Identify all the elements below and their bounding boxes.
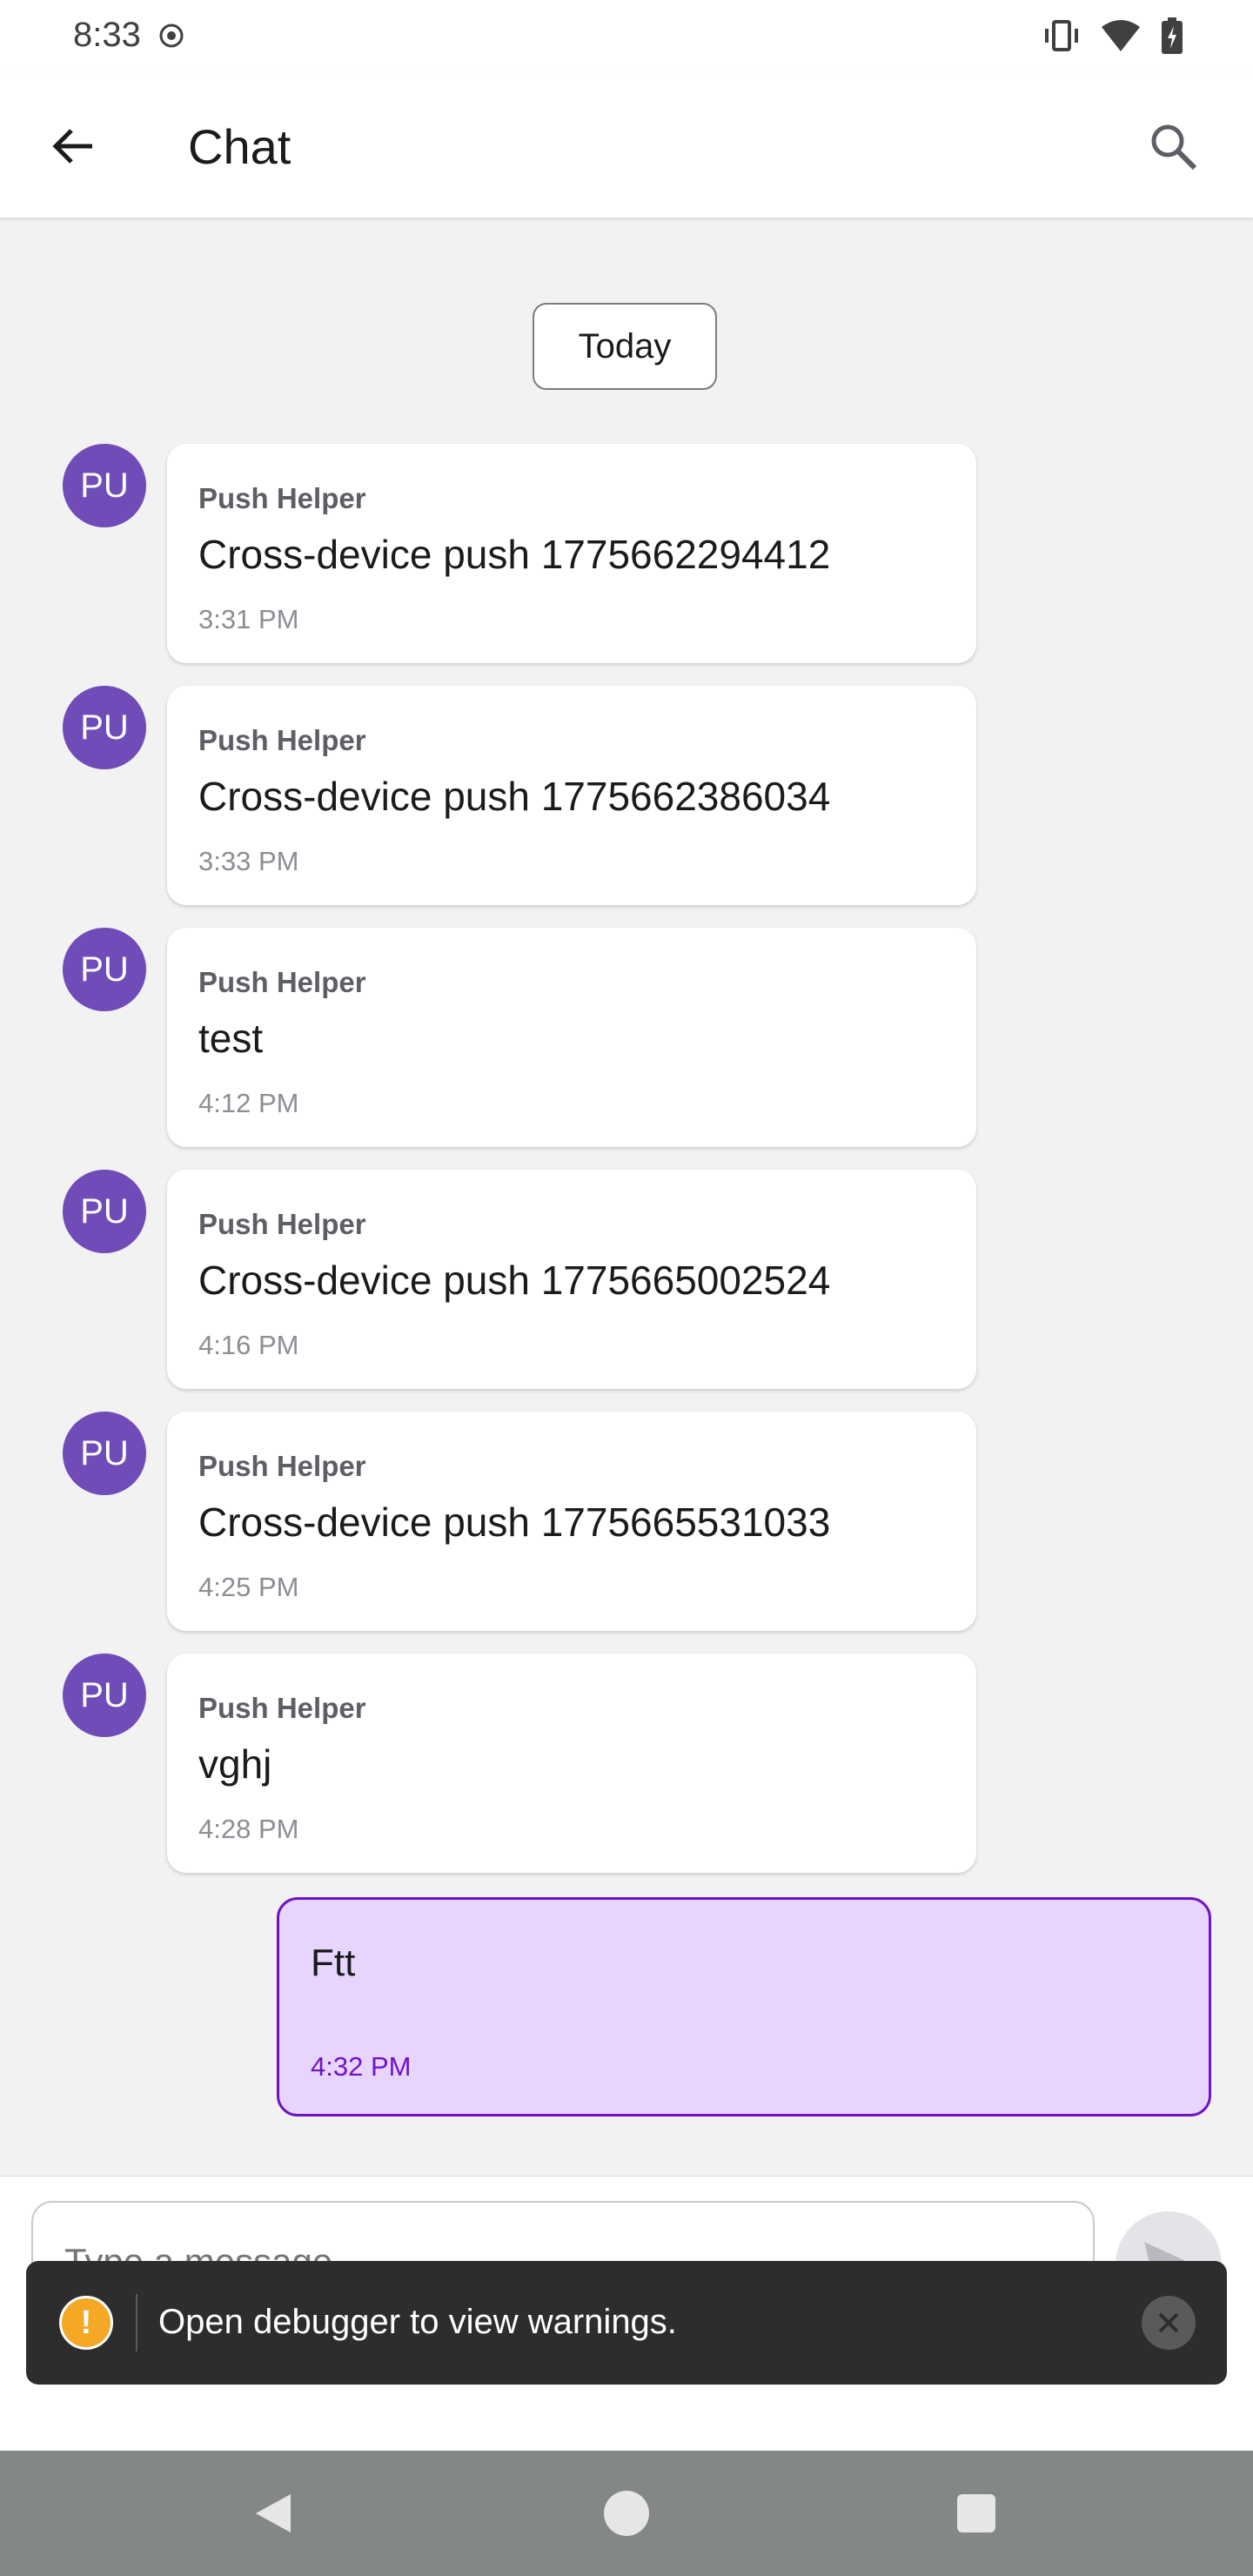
arrow-back-icon xyxy=(52,129,92,164)
close-icon xyxy=(1158,2312,1179,2333)
message-bubble[interactable]: Push Helper Cross-device push 1775665531… xyxy=(167,1412,976,1631)
debugger-toast[interactable]: ! Open debugger to view warnings. xyxy=(26,2261,1227,2385)
battery-icon xyxy=(1162,17,1183,54)
date-chip: Today xyxy=(533,303,717,390)
message-text: test xyxy=(198,1016,264,1061)
message-bubble[interactable]: Push Helper Cross-device push 1775662386… xyxy=(167,686,976,905)
back-button[interactable] xyxy=(40,113,106,179)
sent-message-text: Ftt xyxy=(311,1942,356,1984)
message-time: 4:28 PM xyxy=(198,1814,299,1844)
app-bar: Chat xyxy=(0,73,1253,218)
message-bubble[interactable]: Push Helper vghj 4:28 PM xyxy=(167,1654,976,1873)
message-text: vghj xyxy=(198,1741,272,1787)
nav-recents-icon[interactable] xyxy=(957,2494,995,2532)
search-icon xyxy=(1151,124,1197,171)
sent-message-time: 4:32 PM xyxy=(311,2051,412,2082)
toast-message: Open debugger to view warnings. xyxy=(158,2303,677,2341)
wifi-icon xyxy=(1102,20,1140,51)
message-time: 3:33 PM xyxy=(198,846,299,876)
message-text: Cross-device push 1775665002524 xyxy=(198,1258,831,1303)
sent-message-bubble[interactable]: Ftt 4:32 PM xyxy=(277,1897,1211,2116)
status-icons xyxy=(1042,17,1183,54)
avatar[interactable]: PU xyxy=(63,1170,146,1253)
message-text: Cross-device push 1775665531033 xyxy=(198,1499,831,1545)
record-icon xyxy=(159,23,184,48)
message-time: 4:25 PM xyxy=(198,1572,299,1602)
system-nav-bar xyxy=(0,2451,1253,2576)
nav-home-icon[interactable] xyxy=(604,2491,649,2536)
message-text: Cross-device push 1775662294412 xyxy=(198,532,831,577)
message-bubble[interactable]: Push Helper Cross-device push 1775662294… xyxy=(167,444,976,663)
warning-icon: ! xyxy=(59,2296,113,2350)
avatar[interactable]: PU xyxy=(63,928,146,1011)
toast-divider xyxy=(136,2294,137,2351)
message-sender: Push Helper xyxy=(198,1692,366,1724)
message-sender: Push Helper xyxy=(198,1208,366,1240)
message-time: 4:16 PM xyxy=(198,1330,299,1360)
message-sender: Push Helper xyxy=(198,724,366,756)
message-sender: Push Helper xyxy=(198,966,366,998)
avatar[interactable]: PU xyxy=(63,1654,146,1737)
message-text: Cross-device push 1775662386034 xyxy=(198,774,831,819)
toast-close-button[interactable] xyxy=(1142,2296,1196,2350)
message-bubble[interactable]: Push Helper test 4:12 PM xyxy=(167,928,976,1147)
message-sender: Push Helper xyxy=(198,482,366,514)
message-bubble[interactable]: Push Helper Cross-device push 1775665002… xyxy=(167,1170,976,1389)
vibrate-icon xyxy=(1045,20,1078,51)
avatar[interactable]: PU xyxy=(63,444,146,527)
nav-back-icon[interactable] xyxy=(249,2489,298,2538)
status-bar: 8:33 xyxy=(0,0,1253,73)
status-time: 8:33 xyxy=(73,16,141,54)
search-button[interactable] xyxy=(1136,110,1209,183)
avatar[interactable]: PU xyxy=(63,686,146,769)
avatar[interactable]: PU xyxy=(63,1412,146,1495)
message-time: 4:12 PM xyxy=(198,1088,299,1118)
page-title: Chat xyxy=(188,119,291,174)
message-sender: Push Helper xyxy=(198,1450,366,1482)
message-time: 3:31 PM xyxy=(198,604,299,634)
